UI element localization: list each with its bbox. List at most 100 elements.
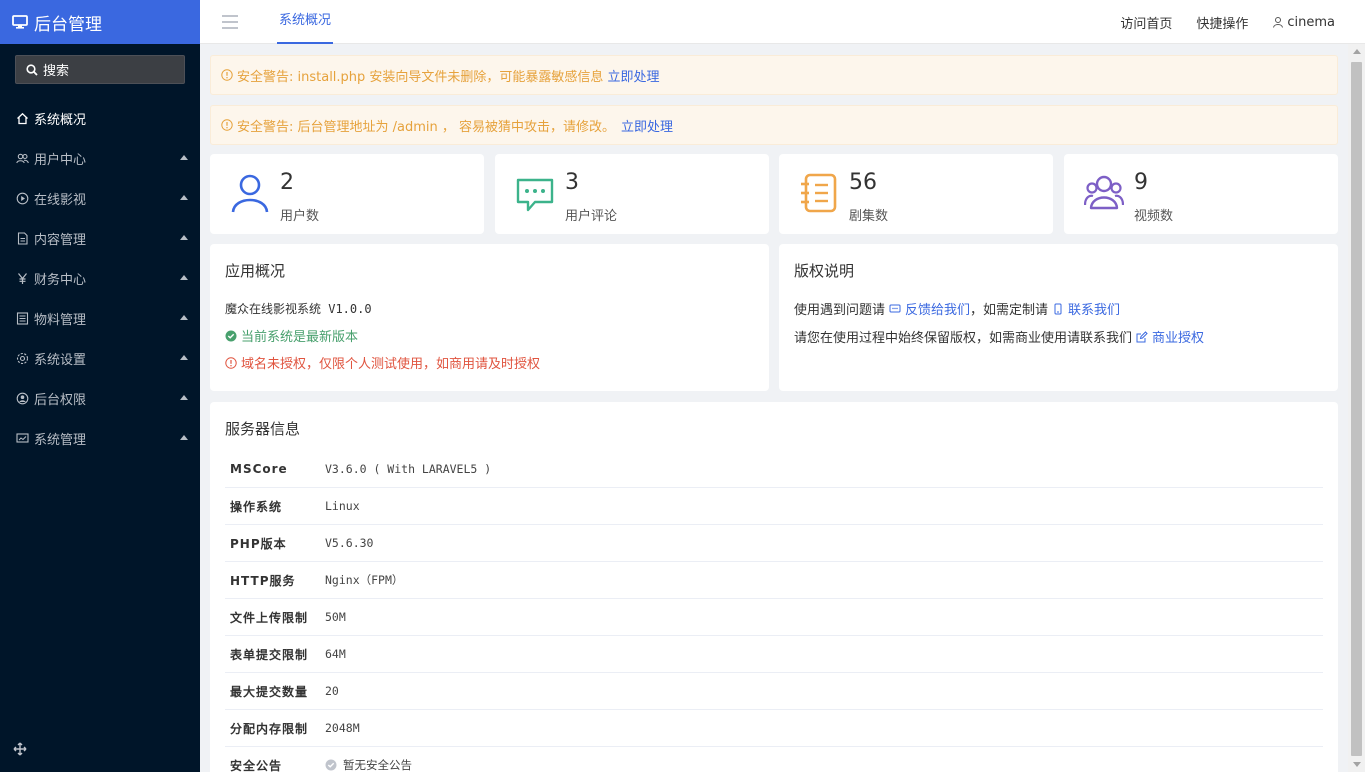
search-label: 搜索 <box>43 64 70 79</box>
scroll-up-icon[interactable] <box>1353 49 1361 54</box>
copyright-text: 使用遇到问题请 <box>794 303 886 318</box>
stat-value: 3 <box>565 170 579 195</box>
sidebar-search[interactable]: 搜索 <box>15 55 185 84</box>
user-menu[interactable]: cinema <box>1272 15 1335 30</box>
sidebar-item-label: 财务中心 <box>34 272 87 288</box>
table-row: 分配内存限制 2048M <box>225 710 1323 747</box>
sidebar-item-label: 内容管理 <box>34 232 87 248</box>
sidebar: 后台管理 搜索 系统概况 用户中心 在线影视 内容管理 财务中心 物料管理 系统… <box>0 0 200 772</box>
copyright-line-2: 请您在使用过程中始终保留版权，如需商业使用请联系我们 商业授权 <box>794 327 1204 346</box>
row-key: HTTP服务 <box>230 573 296 588</box>
gear-icon <box>16 352 29 365</box>
alert-text: 安全警告: 后台管理地址为 /admin ， 容易被猜中攻击，请修改。 <box>237 119 616 135</box>
table-row: MSCore V3.6.0 ( With LARAVEL5 ) <box>225 451 1323 488</box>
stat-card-videos[interactable]: 9 视频数 <box>1064 154 1338 234</box>
app-title: 后台管理 <box>34 14 102 35</box>
monitor-icon <box>16 432 29 445</box>
user-icon <box>231 174 269 213</box>
stat-card-episodes[interactable]: 56 剧集数 <box>779 154 1053 234</box>
copyright-text: ，如需定制请 <box>970 303 1049 318</box>
scrollbar-thumb[interactable] <box>1351 62 1362 756</box>
sidebar-item-label: 系统管理 <box>34 432 87 448</box>
sidebar-item-content[interactable]: 内容管理 <box>0 218 200 258</box>
row-value: V5.6.30 <box>325 536 374 550</box>
row-value: Nginx（FPM） <box>325 573 404 587</box>
table-row: 安全公告 暂无安全公告 <box>225 747 1323 772</box>
username: cinema <box>1287 14 1335 30</box>
header-nav: 访问首页 快捷操作 cinema <box>1096 0 1335 44</box>
table-row: HTTP服务 Nginx（FPM） <box>225 562 1323 599</box>
row-key: 分配内存限制 <box>230 721 309 736</box>
copyright-text: 请您在使用过程中始终保留版权，如需商业使用请联系我们 <box>794 331 1133 346</box>
row-value: 暂无安全公告 <box>325 757 412 772</box>
sidebar-item-settings[interactable]: 系统设置 <box>0 338 200 378</box>
handle-now-link[interactable]: 立即处理 <box>607 66 659 85</box>
sidebar-item-label: 系统概况 <box>34 112 87 128</box>
contact-link[interactable]: 联系我们 <box>1068 299 1120 318</box>
row-key: MSCore <box>230 462 288 476</box>
sidebar-item-label: 用户中心 <box>34 152 87 168</box>
handle-now-link[interactable]: 立即处理 <box>621 116 673 135</box>
sidebar-item-finance[interactable]: 财务中心 <box>0 258 200 298</box>
stat-label: 剧集数 <box>849 209 889 224</box>
main-content: 安全警告: install.php 安装向导文件未删除，可能暴露敏感信息 立即处… <box>200 44 1348 772</box>
card-title: 应用概况 <box>225 262 286 280</box>
row-key: 最大提交数量 <box>230 684 309 699</box>
yen-icon <box>16 272 29 285</box>
sidebar-item-online-video[interactable]: 在线影视 <box>0 178 200 218</box>
latest-text: 当前系统是最新版本 <box>241 330 359 345</box>
caret-up-icon <box>180 155 188 160</box>
quick-actions-link[interactable]: 快捷操作 <box>1196 13 1248 32</box>
server-info-card: 服务器信息 MSCore V3.6.0 ( With LARAVEL5 ) 操作… <box>210 402 1338 772</box>
stat-card-comments[interactable]: 3 用户评论 <box>495 154 769 234</box>
row-value: 2048M <box>325 721 360 735</box>
menu-toggle-icon[interactable] <box>222 15 238 29</box>
sidebar-item-system[interactable]: 系统管理 <box>0 418 200 458</box>
sidebar-item-label: 物料管理 <box>34 312 87 328</box>
warning-circle-icon <box>221 69 233 81</box>
sidebar-item-overview[interactable]: 系统概况 <box>0 98 200 138</box>
sidebar-item-label: 在线影视 <box>34 192 87 208</box>
row-key: PHP版本 <box>230 536 287 551</box>
row-key: 操作系统 <box>230 499 283 514</box>
move-icon[interactable] <box>13 742 27 760</box>
sidebar-item-material[interactable]: 物料管理 <box>0 298 200 338</box>
app-overview-card: 应用概况 魔众在线影视系统 V1.0.0 当前系统是最新版本 域名未授权，仅限个… <box>210 244 769 391</box>
notebook-icon <box>801 173 837 213</box>
unauthorized-status: 域名未授权，仅限个人测试使用，如商用请及时授权 <box>225 353 540 372</box>
edit-icon <box>1136 330 1148 342</box>
license-link[interactable]: 商业授权 <box>1152 327 1204 346</box>
stat-label: 用户数 <box>280 209 320 224</box>
app-brand[interactable]: 后台管理 <box>0 0 200 44</box>
stat-label: 用户评论 <box>565 209 618 224</box>
sidebar-item-permissions[interactable]: 后台权限 <box>0 378 200 418</box>
list-icon <box>16 311 29 325</box>
security-alert-admin-path: 安全警告: 后台管理地址为 /admin ， 容易被猜中攻击，请修改。 立即处理 <box>210 105 1338 145</box>
row-key: 文件上传限制 <box>230 610 309 625</box>
vertical-scrollbar[interactable] <box>1348 44 1365 772</box>
table-row: 操作系统 Linux <box>225 488 1323 525</box>
security-alert-install: 安全警告: install.php 安装向导文件未删除，可能暴露敏感信息 立即处… <box>210 55 1338 95</box>
table-row: 表单提交限制 64M <box>225 636 1323 673</box>
feedback-icon <box>889 304 901 312</box>
search-icon <box>26 63 38 76</box>
play-circle-icon <box>16 192 29 205</box>
unauthorized-text: 域名未授权，仅限个人测试使用，如商用请及时授权 <box>241 357 541 372</box>
security-notice-text: 暂无安全公告 <box>343 758 412 772</box>
sidebar-item-user-center[interactable]: 用户中心 <box>0 138 200 178</box>
warning-circle-icon <box>225 356 237 369</box>
row-value: Linux <box>325 499 360 513</box>
caret-up-icon <box>180 315 188 320</box>
tab-overview[interactable]: 系统概况 <box>277 0 334 44</box>
caret-up-icon <box>180 435 188 440</box>
stat-label: 视频数 <box>1134 209 1174 224</box>
stat-card-users[interactable]: 2 用户数 <box>210 154 484 234</box>
feedback-link[interactable]: 反馈给我们 <box>905 299 970 318</box>
row-key: 表单提交限制 <box>230 647 309 662</box>
group-icon <box>1084 175 1124 210</box>
visit-home-link[interactable]: 访问首页 <box>1120 13 1172 32</box>
warning-circle-icon <box>221 119 233 131</box>
scroll-down-icon[interactable] <box>1353 762 1361 767</box>
row-value: 50M <box>325 610 346 624</box>
table-row: 最大提交数量 20 <box>225 673 1323 710</box>
